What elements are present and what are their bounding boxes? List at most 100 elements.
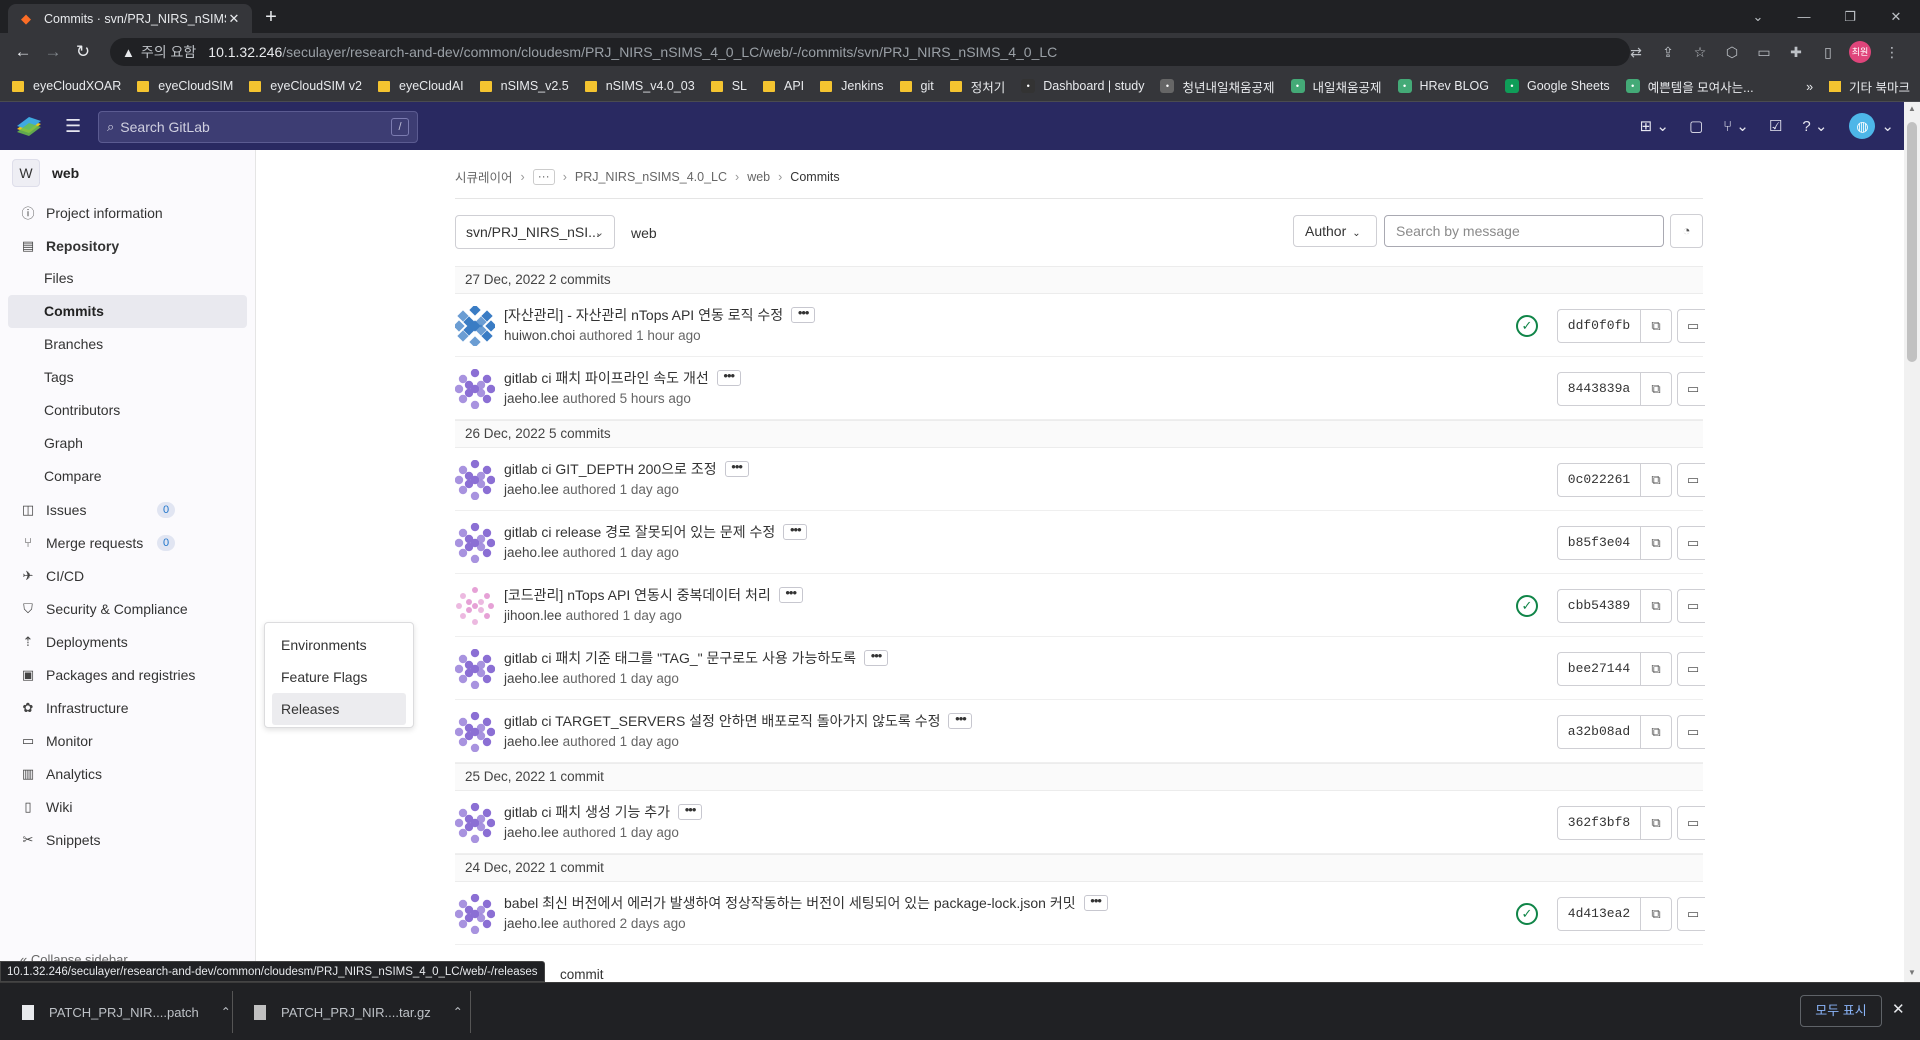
commit-author[interactable]: jaeho.lee xyxy=(504,671,559,686)
merge-requests-icon[interactable]: ⑂ ⌄ xyxy=(1723,117,1749,135)
bookmark-item[interactable]: • Dashboard | study xyxy=(1021,79,1144,93)
show-all-downloads-button[interactable]: 모두 표시 xyxy=(1800,995,1882,1027)
toggle-description-button[interactable]: ••• xyxy=(1083,894,1108,911)
sidebar-item-repository[interactable]: ▤ Repository xyxy=(0,229,255,262)
scrollbar-thumb[interactable] xyxy=(1907,122,1917,362)
toggle-description-button[interactable]: ••• xyxy=(778,586,803,603)
chevron-down-icon[interactable]: ⌄ xyxy=(1881,117,1894,135)
author-avatar[interactable] xyxy=(455,649,495,689)
sidebar-item-packages-and-registries[interactable]: ▣ Packages and registries xyxy=(0,658,255,691)
sidebar-subitem-files[interactable]: Files xyxy=(8,262,247,295)
commit-sha[interactable]: 362f3bf8 xyxy=(1557,806,1641,840)
sidebar-subitem-graph[interactable]: Graph xyxy=(8,427,247,460)
commit-author[interactable]: jaeho.lee xyxy=(504,916,559,931)
commit-title[interactable]: gitlab ci 패치 생성 기능 추가 xyxy=(504,802,670,822)
bookmark-item[interactable]: eyeCloudAI xyxy=(378,79,464,93)
author-avatar[interactable] xyxy=(455,460,495,500)
copy-sha-icon[interactable]: ⧉ xyxy=(1640,309,1672,343)
sidebar-subitem-tags[interactable]: Tags xyxy=(8,361,247,394)
close-download-bar-icon[interactable]: ✕ xyxy=(1892,1000,1905,1018)
download-item[interactable]: PATCH_PRJ_NIR....tar.gz ⌃ xyxy=(254,983,463,1040)
help-icon[interactable]: ? ⌄ xyxy=(1802,117,1827,135)
sidebar-subitem-branches[interactable]: Branches xyxy=(8,328,247,361)
sidebar-item-project-information[interactable]: ⓘ Project information xyxy=(0,196,255,229)
copy-sha-icon[interactable]: ⧉ xyxy=(1640,652,1672,686)
project-header[interactable]: W web xyxy=(0,150,255,196)
bookmark-item[interactable]: Jenkins xyxy=(820,79,884,93)
back-button[interactable]: ← xyxy=(8,42,38,62)
copy-sha-icon[interactable]: ⧉ xyxy=(1640,526,1672,560)
commit-title[interactable]: babel 최신 버전에서 에러가 발생하여 정상작동하는 버전이 세팅되어 있… xyxy=(504,893,1076,913)
author-avatar[interactable] xyxy=(455,523,495,563)
scroll-down-icon[interactable]: ▼ xyxy=(1904,968,1920,977)
bookmark-item[interactable]: eyeCloudSIM xyxy=(137,79,233,93)
bookmark-item[interactable]: • HRev BLOG xyxy=(1397,79,1489,93)
copy-sha-icon[interactable]: ⧉ xyxy=(1640,715,1672,749)
pipeline-passed-icon[interactable]: ✓ xyxy=(1516,315,1538,337)
path-label[interactable]: web xyxy=(631,225,657,241)
toggle-description-button[interactable]: ••• xyxy=(948,712,973,729)
commit-sha[interactable]: 0c022261 xyxy=(1557,463,1641,497)
create-new-icon[interactable]: ⊞ ⌄ xyxy=(1640,117,1669,135)
bookmark-item[interactable]: • 청년내일채움공제 xyxy=(1160,77,1275,96)
commit-title[interactable]: gitlab ci release 경로 잘못되어 있는 문제 수정 xyxy=(504,522,775,542)
commit-author[interactable]: jaeho.lee xyxy=(504,825,559,840)
copy-sha-icon[interactable]: ⧉ xyxy=(1640,372,1672,406)
page-scrollbar[interactable]: ▲ ▼ xyxy=(1904,102,1920,982)
commit-author[interactable]: jaeho.lee xyxy=(504,545,559,560)
profile-avatar[interactable]: 최원 xyxy=(1849,41,1871,63)
commit-title[interactable]: [자산관리] - 자산관리 nTops API 연동 로직 수정 xyxy=(504,305,783,325)
sidebar-item-issues[interactable]: ◫ Issues 0 xyxy=(0,493,255,526)
browse-files-icon[interactable]: ▭ xyxy=(1677,897,1705,931)
share-icon[interactable]: ⇪ xyxy=(1652,44,1684,61)
chevron-up-icon[interactable]: ⌃ xyxy=(221,1005,231,1019)
pipeline-passed-icon[interactable]: ✓ xyxy=(1516,903,1538,925)
breadcrumb-project[interactable]: PRJ_NIRS_nSIMS_4.0_LC xyxy=(575,170,727,184)
sidebar-item-infrastructure[interactable]: ✿ Infrastructure xyxy=(0,691,255,724)
rss-feed-icon[interactable]: ◔ xyxy=(1670,214,1703,248)
commit-author[interactable]: jaeho.lee xyxy=(504,391,559,406)
puzzle-icon[interactable]: ✚ xyxy=(1780,44,1812,61)
author-avatar[interactable] xyxy=(455,369,495,409)
sidebar-subitem-compare[interactable]: Compare xyxy=(8,460,247,493)
restore-button[interactable]: ❐ xyxy=(1827,0,1873,33)
breadcrumb-expand-button[interactable]: ··· xyxy=(532,168,555,185)
commit-sha[interactable]: a32b08ad xyxy=(1557,715,1641,749)
translate-icon[interactable]: ⇄ xyxy=(1620,44,1652,61)
commit-sha[interactable]: ddf0f0fb xyxy=(1557,309,1641,343)
breadcrumb-web[interactable]: web xyxy=(747,170,770,184)
user-avatar[interactable]: ◍ xyxy=(1849,113,1876,139)
sidebar-subitem-commits[interactable]: Commits xyxy=(8,295,247,328)
bookmarks-overflow-button[interactable]: » xyxy=(1806,80,1813,94)
toggle-description-button[interactable]: ••• xyxy=(783,523,808,540)
sidebar-item-monitor[interactable]: ▭ Monitor xyxy=(0,724,255,757)
bookmark-item[interactable]: • 내일채움공제 xyxy=(1290,77,1382,96)
flyout-item-environments[interactable]: Environments xyxy=(272,629,406,661)
sidebar-item-ci-cd[interactable]: ✈ CI/CD xyxy=(0,559,255,592)
other-bookmarks[interactable]: 기타 북마크 xyxy=(1849,77,1910,96)
commit-author[interactable]: huiwon.choi xyxy=(504,328,575,343)
scroll-up-icon[interactable]: ▲ xyxy=(1904,104,1920,113)
extension-icon[interactable]: ⬡ xyxy=(1716,44,1748,61)
bookmark-item[interactable]: nSIMS_v2.5 xyxy=(479,79,569,93)
menu-icon[interactable]: ⋮ xyxy=(1876,44,1908,61)
author-avatar[interactable] xyxy=(455,803,495,843)
bookmark-item[interactable]: eyeCloudXOAR xyxy=(12,79,121,93)
browse-files-icon[interactable]: ▭ xyxy=(1677,309,1705,343)
author-filter-button[interactable]: Author ⌄ xyxy=(1293,215,1377,247)
forward-button[interactable]: → xyxy=(38,42,68,62)
hamburger-menu-icon[interactable]: ☰ xyxy=(65,116,81,137)
flyout-item-feature-flags[interactable]: Feature Flags xyxy=(272,661,406,693)
browse-files-icon[interactable]: ▭ xyxy=(1677,715,1705,749)
copy-sha-icon[interactable]: ⧉ xyxy=(1640,806,1672,840)
download-item[interactable]: PATCH_PRJ_NIR....patch ⌃ xyxy=(22,983,231,1040)
bookmark-item[interactable]: git xyxy=(899,79,934,93)
bookmark-item[interactable]: nSIMS_v4.0_03 xyxy=(584,79,695,93)
issues-icon[interactable]: ▢ xyxy=(1689,117,1703,135)
sidebar-item-analytics[interactable]: ▥ Analytics xyxy=(0,757,255,790)
bookmark-item[interactable]: • Google Sheets xyxy=(1504,79,1610,93)
gitlab-logo-icon[interactable] xyxy=(15,115,43,137)
warning-icon[interactable]: ▲ xyxy=(122,45,135,60)
copy-sha-icon[interactable]: ⧉ xyxy=(1640,463,1672,497)
chevron-up-icon[interactable]: ⌃ xyxy=(453,1005,463,1019)
